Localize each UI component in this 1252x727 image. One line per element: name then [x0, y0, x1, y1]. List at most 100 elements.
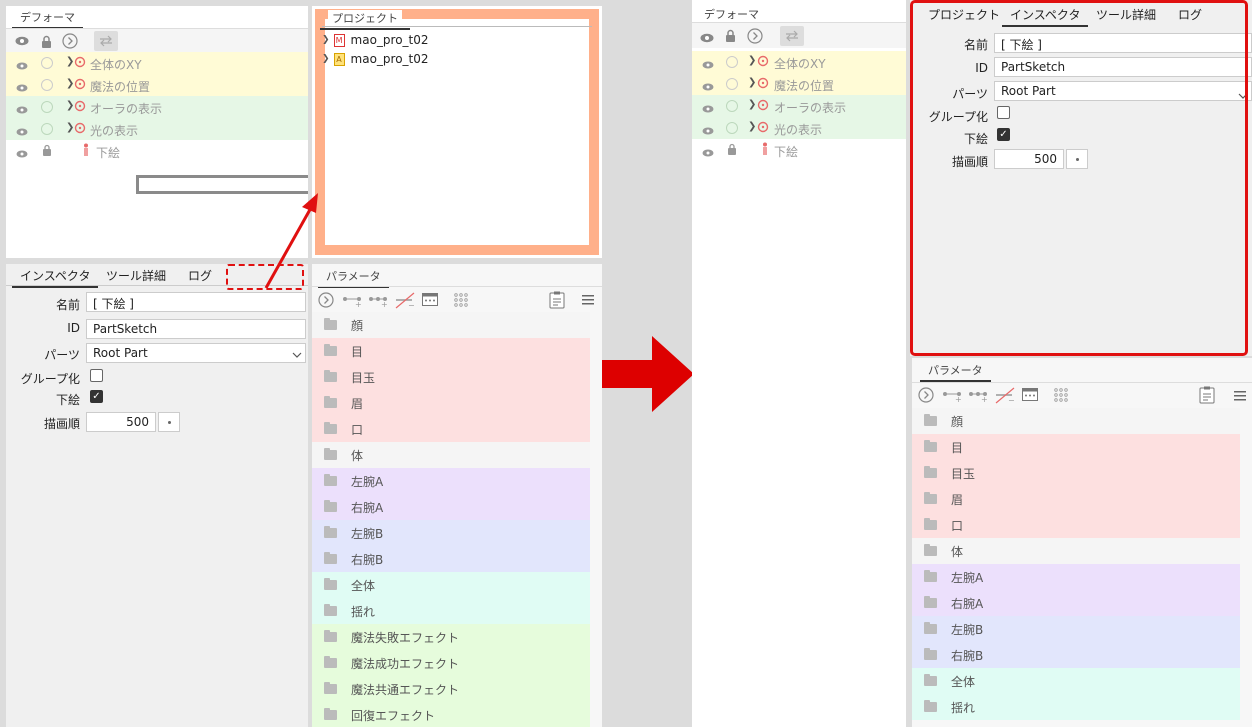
list-item[interactable]: 口 [312, 416, 590, 442]
list-item[interactable]: 左腕B [912, 616, 1240, 642]
list-item[interactable]: 左腕A [312, 468, 590, 494]
chevron-right-icon[interactable]: ❯ [748, 55, 756, 66]
group-checkbox[interactable] [90, 369, 103, 382]
dots-grid-icon[interactable] [1054, 388, 1068, 405]
list-item[interactable]: 全体 [912, 668, 1240, 694]
eye-icon[interactable] [16, 59, 28, 73]
list-item[interactable]: 体 [912, 538, 1240, 564]
add-key-both-icon[interactable]: + [368, 293, 388, 310]
expand-icon[interactable]: ❯ [322, 35, 330, 45]
add-key-icon[interactable]: + [342, 293, 362, 310]
list-item[interactable]: 魔法成功エフェクト [312, 650, 590, 676]
menu-icon[interactable] [1234, 390, 1246, 404]
eye-icon[interactable] [702, 102, 714, 116]
clipboard-icon[interactable] [1198, 386, 1216, 407]
name-field[interactable]: [ 下絵 ] [86, 292, 306, 312]
eye-icon[interactable] [16, 81, 28, 95]
tab-deformer[interactable]: デフォーマ [12, 9, 83, 29]
eye-icon[interactable] [16, 103, 28, 117]
list-item[interactable]: 右腕B [912, 642, 1240, 668]
lock-icon[interactable] [725, 29, 736, 45]
tab-parameters[interactable]: パラメータ [920, 362, 991, 382]
circle-arrow-icon[interactable] [747, 28, 763, 47]
list-item[interactable]: 右腕A [912, 590, 1240, 616]
eye-icon[interactable] [702, 146, 714, 160]
sketch-checkbox[interactable]: ✓ [90, 390, 103, 403]
add-key-both-icon[interactable]: + [968, 388, 988, 405]
list-item[interactable]: ❯ 全体のXY [692, 51, 906, 73]
list-item[interactable]: 魔法失敗エフェクト [312, 624, 590, 650]
list-item[interactable]: 顔 [312, 312, 590, 338]
order-dot-button[interactable] [158, 412, 180, 432]
list-item[interactable]: ❯ A mao_pro_t02 [322, 50, 582, 68]
chevron-down-icon[interactable] [292, 347, 302, 361]
param-group-icon[interactable] [422, 293, 438, 309]
parts-select[interactable]: Root Part [86, 343, 306, 363]
order-field[interactable]: 500 [86, 412, 156, 432]
tab-log[interactable]: ログ [188, 267, 212, 284]
list-item[interactable]: 目 [312, 338, 590, 364]
list-item[interactable]: 目玉 [312, 364, 590, 390]
tab-parameters[interactable]: パラメータ [318, 268, 389, 288]
tab-deformer[interactable]: デフォーマ [696, 6, 767, 26]
list-item[interactable]: 揺れ [912, 694, 1240, 720]
eye-icon[interactable] [700, 32, 714, 46]
eye-icon[interactable] [702, 80, 714, 94]
eye-icon[interactable] [14, 33, 30, 49]
circle-arrow-icon[interactable] [62, 33, 78, 49]
list-item[interactable]: 魔法共通エフェクト [312, 676, 590, 702]
param-group-icon[interactable] [1022, 388, 1038, 404]
remove-key-icon[interactable]: − [994, 386, 1016, 407]
circle-icon[interactable] [41, 79, 53, 91]
dots-grid-icon[interactable] [454, 293, 468, 310]
circle-icon[interactable] [41, 101, 53, 113]
circle-icon[interactable] [726, 122, 738, 134]
add-key-icon[interactable]: + [942, 388, 962, 405]
eye-icon[interactable] [702, 124, 714, 138]
list-item[interactable]: 目 [912, 434, 1240, 460]
swap-icon[interactable] [94, 31, 118, 51]
list-item[interactable]: ❯ M mao_pro_t02 [322, 31, 582, 49]
list-item[interactable]: 回復エフェクト [312, 702, 590, 727]
lock-icon[interactable] [42, 144, 52, 159]
list-item[interactable]: 下絵 [692, 139, 906, 161]
clipboard-icon[interactable] [548, 291, 566, 312]
list-item[interactable]: 左腕B [312, 520, 590, 546]
list-item[interactable]: 眉 [312, 390, 590, 416]
list-item[interactable]: 右腕B [312, 546, 590, 572]
circle-arrow-icon[interactable] [318, 292, 334, 311]
circle-icon[interactable] [41, 57, 53, 69]
eye-icon[interactable] [16, 147, 28, 161]
swap-icon[interactable] [780, 26, 804, 46]
list-item[interactable]: 右腕A [312, 494, 590, 520]
circle-arrow-icon[interactable] [918, 387, 934, 406]
menu-icon[interactable] [582, 294, 594, 308]
list-item[interactable]: 口 [912, 512, 1240, 538]
eye-icon[interactable] [16, 125, 28, 139]
list-item[interactable]: 顔 [912, 408, 1240, 434]
circle-icon[interactable] [41, 123, 53, 135]
list-item[interactable]: 目玉 [912, 460, 1240, 486]
list-item[interactable]: 体 [312, 442, 590, 468]
tab-project[interactable]: プロジェクト [320, 10, 410, 30]
chevron-right-icon[interactable]: ❯ [748, 121, 756, 132]
list-item[interactable]: ❯ 魔法の位置 [692, 73, 906, 95]
expand-icon[interactable]: ❯ [322, 54, 330, 64]
list-item[interactable]: 左腕A [912, 564, 1240, 590]
eye-icon[interactable] [702, 58, 714, 72]
chevron-right-icon[interactable]: ❯ [748, 77, 756, 88]
lock-icon[interactable] [727, 143, 737, 158]
id-field[interactable]: PartSketch [86, 319, 306, 339]
list-item[interactable]: 揺れ [312, 598, 590, 624]
list-item[interactable]: ❯ 光の表示 [692, 117, 906, 139]
tab-inspector[interactable]: インスペクタ [11, 267, 99, 288]
remove-key-icon[interactable]: − [394, 291, 416, 312]
list-item[interactable]: 全体 [312, 572, 590, 598]
tab-tool-details[interactable]: ツール詳細 [106, 267, 166, 284]
list-item[interactable]: ❯ オーラの表示 [692, 95, 906, 117]
circle-icon[interactable] [726, 78, 738, 90]
chevron-right-icon[interactable]: ❯ [748, 99, 756, 110]
circle-icon[interactable] [726, 56, 738, 68]
lock-icon[interactable] [38, 33, 54, 49]
list-item[interactable]: 眉 [912, 486, 1240, 512]
